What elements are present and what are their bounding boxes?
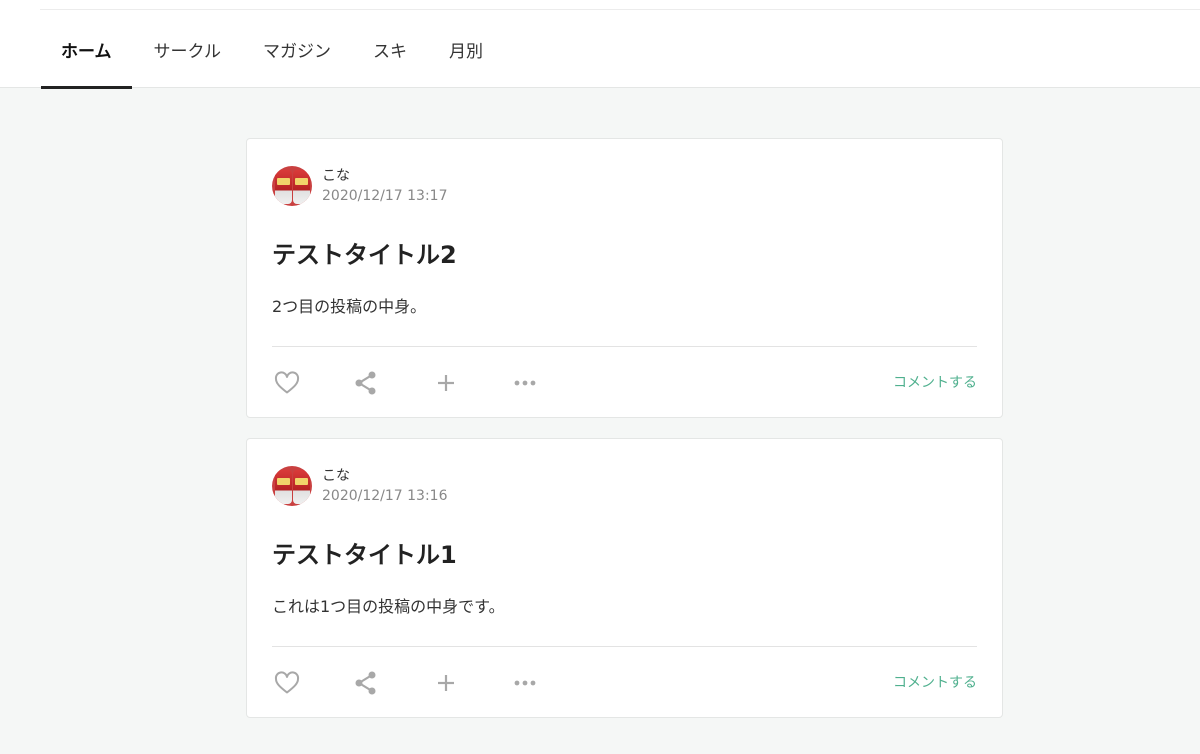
author-name[interactable]: こな xyxy=(322,465,350,485)
comment-link[interactable]: コメントする xyxy=(893,672,977,692)
post-title[interactable]: テストタイトル2 xyxy=(272,235,457,270)
tab-home[interactable]: ホーム xyxy=(41,10,132,89)
add-to-magazine-button[interactable] xyxy=(431,668,461,698)
tab-monthly[interactable]: 月別 xyxy=(429,10,503,88)
more-button[interactable] xyxy=(510,668,540,698)
plus-icon xyxy=(438,675,454,691)
post-body: 2つ目の投稿の中身。 xyxy=(272,297,427,316)
comment-link[interactable]: コメントする xyxy=(893,372,977,392)
divider xyxy=(272,346,977,347)
share-icon xyxy=(355,671,376,695)
post-title[interactable]: テストタイトル1 xyxy=(272,535,457,570)
share-button[interactable] xyxy=(351,668,381,698)
post-date: 2020/12/17 13:17 xyxy=(322,188,448,204)
avatar[interactable] xyxy=(272,466,312,506)
heart-icon xyxy=(274,671,300,694)
tab-bar: ホーム サークル マガジン スキ 月別 xyxy=(41,10,503,89)
top-navigation: ホーム サークル マガジン スキ 月別 xyxy=(0,0,1200,89)
more-icon xyxy=(514,380,536,386)
post-card: こな 2020/12/17 13:17 テストタイトル2 2つ目の投稿の中身。 xyxy=(246,138,1003,418)
tab-magazine[interactable]: マガジン xyxy=(243,10,351,88)
divider xyxy=(272,646,977,647)
post-feed: こな 2020/12/17 13:17 テストタイトル2 2つ目の投稿の中身。 xyxy=(246,138,1003,738)
post-body: これは1つ目の投稿の中身です。 xyxy=(272,597,505,616)
share-button[interactable] xyxy=(351,368,381,398)
more-icon xyxy=(514,680,536,686)
post-card: こな 2020/12/17 13:16 テストタイトル1 これは1つ目の投稿の中… xyxy=(246,438,1003,718)
tab-circle[interactable]: サークル xyxy=(134,10,242,88)
like-button[interactable] xyxy=(272,668,302,698)
heart-icon xyxy=(274,371,300,394)
add-to-magazine-button[interactable] xyxy=(431,368,461,398)
share-icon xyxy=(355,371,376,395)
post-date: 2020/12/17 13:16 xyxy=(322,488,448,504)
like-button[interactable] xyxy=(272,368,302,398)
avatar[interactable] xyxy=(272,166,312,206)
tab-likes[interactable]: スキ xyxy=(353,10,427,88)
author-name[interactable]: こな xyxy=(322,165,350,185)
more-button[interactable] xyxy=(510,368,540,398)
plus-icon xyxy=(438,375,454,391)
